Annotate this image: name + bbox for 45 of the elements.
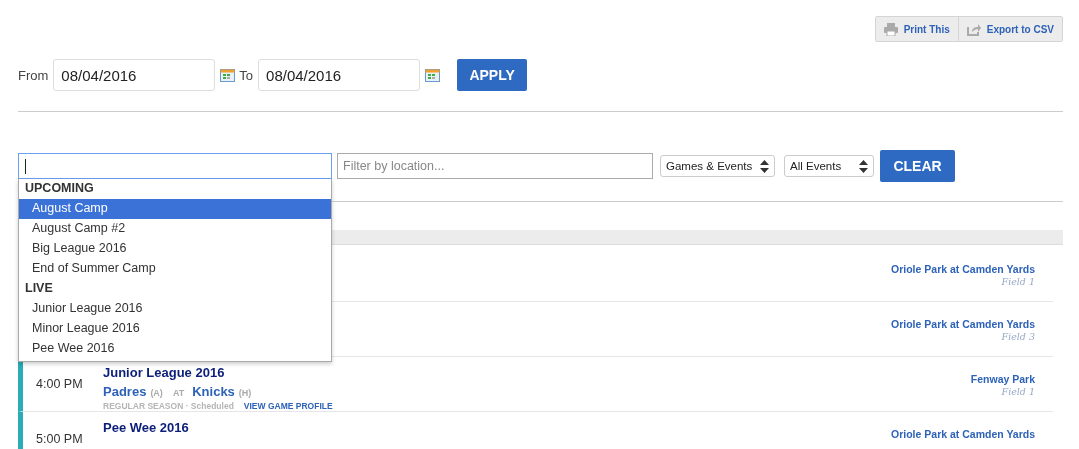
- to-date-field[interactable]: 08/04/2016: [258, 59, 421, 91]
- select-dropdown[interactable]: All Events: [784, 155, 874, 177]
- select-dropdown[interactable]: Games & Events: [660, 155, 775, 177]
- event-title: Pee Wee 2016: [103, 420, 190, 435]
- game-status: REGULAR SEASON · Scheduled: [103, 401, 234, 411]
- field-label: Field 1: [1001, 386, 1035, 397]
- dropdown-option[interactable]: August Camp: [19, 199, 331, 219]
- dropdown-option[interactable]: Junior League 2016: [19, 299, 331, 319]
- print-button[interactable]: Print This: [875, 17, 959, 41]
- calendar-icon[interactable]: [425, 68, 441, 82]
- calendar-icon[interactable]: [220, 68, 236, 82]
- clear-button[interactable]: CLEAR: [880, 150, 955, 182]
- dropdown-option[interactable]: End of Summer Camp: [19, 259, 331, 279]
- to-label: To: [239, 67, 254, 83]
- dropdown-option[interactable]: Big League 2016: [19, 239, 331, 259]
- field-label: Field 3: [1001, 331, 1035, 342]
- up-down-arrows-icon: [760, 159, 769, 173]
- field-label: Field 1: [1001, 276, 1035, 287]
- group-heading: LIVE: [24, 280, 54, 297]
- up-down-arrows-icon: [859, 159, 868, 173]
- location-link[interactable]: Oriole Park at Camden Yards: [891, 428, 1035, 440]
- dropdown-option[interactable]: August Camp #2: [19, 219, 331, 239]
- location-filter-field[interactable]: Filter by location...: [337, 153, 653, 179]
- from-date-field[interactable]: 08/04/2016: [53, 59, 216, 91]
- event-time: 5:00 PM: [36, 432, 83, 446]
- apply-button[interactable]: APPLY: [457, 59, 528, 91]
- team-tag: (A): [150, 388, 163, 398]
- game-profile-link[interactable]: VIEW GAME PROFILE: [243, 401, 333, 411]
- team-name[interactable]: Knicks: [192, 384, 235, 399]
- group-heading: UPCOMING: [24, 180, 95, 197]
- export-button[interactable]: Export to CSV: [958, 17, 1062, 41]
- versus-label: AT: [172, 388, 185, 398]
- dropdown-option[interactable]: Pee Wee 2016: [19, 339, 331, 359]
- location-link[interactable]: Fenway Park: [970, 373, 1035, 385]
- dropdown-option[interactable]: Minor League 2016: [19, 319, 331, 339]
- location-link[interactable]: Oriole Park at Camden Yards: [891, 263, 1035, 275]
- location-link[interactable]: Oriole Park at Camden Yards: [891, 318, 1035, 330]
- share-arrow-icon: [966, 22, 981, 36]
- event-title: Junior League 2016: [103, 365, 226, 380]
- team-tag: (H): [238, 388, 252, 398]
- team-name[interactable]: Padres: [103, 384, 147, 399]
- event-time: 4:00 PM: [36, 377, 83, 391]
- search-field[interactable]: [18, 153, 332, 179]
- from-label: From: [18, 67, 49, 83]
- printer-icon: [883, 22, 898, 36]
